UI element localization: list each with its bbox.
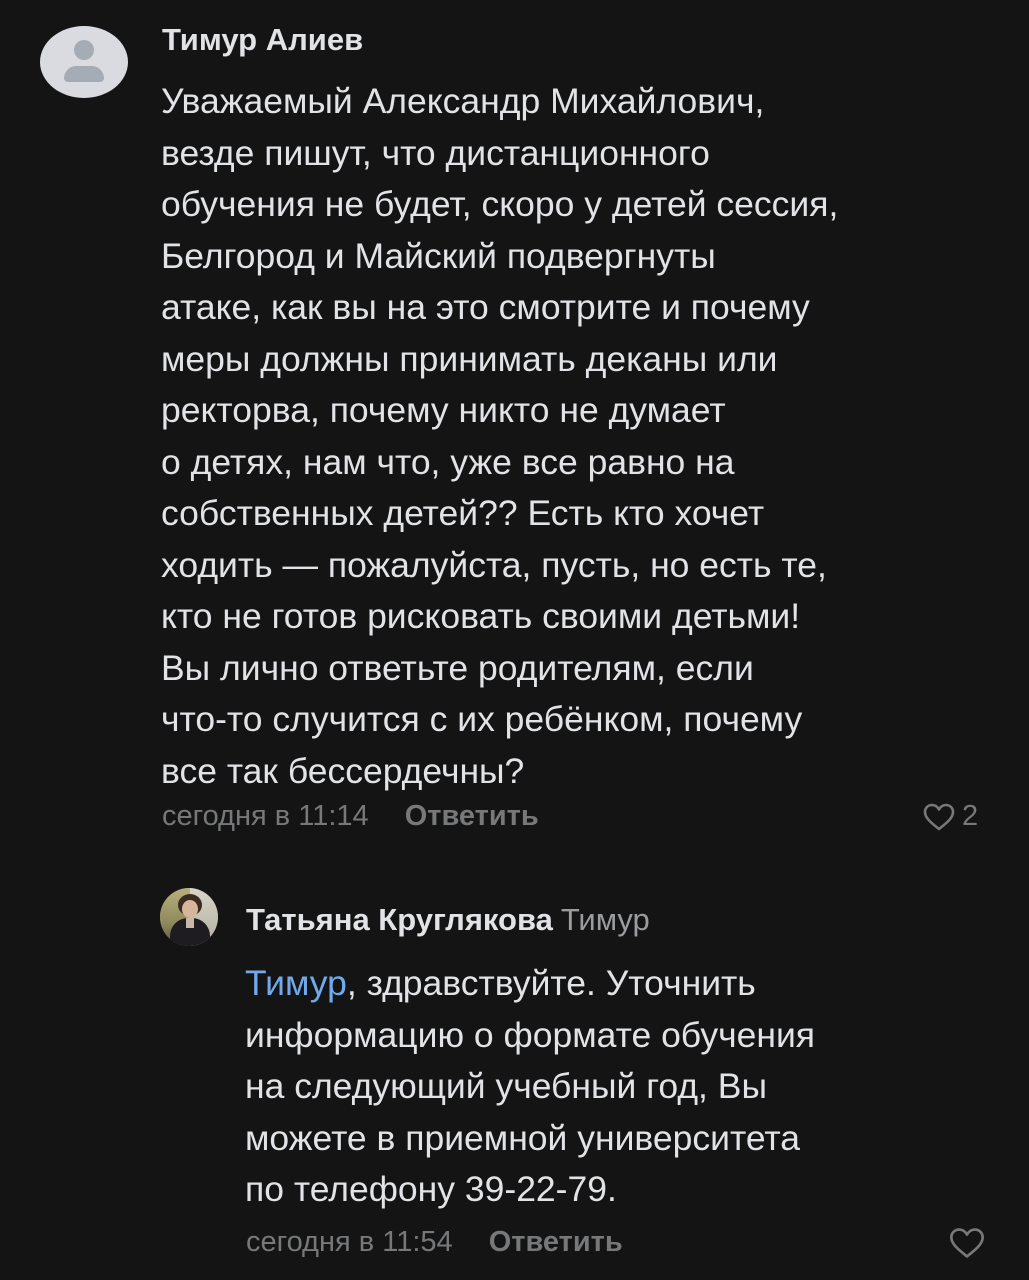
reply-to-name[interactable]: Тимур: [561, 902, 650, 937]
comment-text-fragment: , здравствуйте. Уточнить: [346, 963, 756, 1003]
comment-text-line: обучения не будет, скоро у детей сессия,: [161, 184, 839, 224]
comment-text-line: собственных детей?? Есть кто хочет: [161, 493, 765, 533]
comment-text-line: Тимур, здравствуйте. Уточнить: [245, 958, 1005, 1010]
comment-text-line: ректорва, почему никто не думает: [161, 390, 726, 430]
avatar[interactable]: [160, 888, 218, 946]
comment-author: Татьяна Круглякова Тимур: [246, 902, 650, 938]
like-count: 2: [962, 800, 979, 832]
avatar[interactable]: [40, 26, 128, 98]
comment-text-line: Уважаемый Александр Михайлович,: [161, 81, 765, 121]
comment-text-line: на следующий учебный год, Вы: [245, 1066, 767, 1106]
comment-text-line: информацию о формате обучения: [245, 1014, 816, 1055]
comment-text-line: все так бессердечны?: [161, 750, 525, 791]
mention-link[interactable]: Тимур: [245, 963, 347, 1003]
comment-text-line: везде пишут, что дистанционного: [161, 132, 710, 173]
heart-outline-icon: [923, 803, 955, 830]
comment-timestamp: сегодня в 11:14: [162, 800, 369, 832]
heart-outline-icon: [950, 1228, 984, 1258]
comment-text: Уважаемый Александр Михайлович, везде пи…: [161, 76, 1011, 797]
comment-text-line: Вы лично ответьте родителям, если: [161, 647, 754, 688]
like-button[interactable]: 2: [922, 800, 978, 833]
comment-text-line: атаке, как вы на это смотрите и почему: [161, 287, 810, 327]
comment-text-line: кто не готов рисковать своими детьми!: [161, 596, 801, 636]
comment-timestamp: сегодня в 11:54: [246, 1226, 453, 1258]
reply-button[interactable]: Ответить: [405, 800, 539, 833]
comment-text-line: о детях, нам что, уже все равно на: [161, 441, 735, 482]
comment-text-line: ходить — пожалуйста, пусть, но есть те,: [161, 544, 827, 585]
author-name[interactable]: Татьяна Круглякова: [246, 902, 553, 937]
comment-text-line: по телефону 39-22-79.: [245, 1169, 617, 1209]
comment-text-line: можете в приемной университета: [245, 1117, 800, 1158]
comment-meta: сегодня в 11:54 Ответить: [246, 1226, 623, 1259]
reply-button[interactable]: Ответить: [489, 1226, 623, 1259]
comment-meta: сегодня в 11:14 Ответить: [162, 800, 539, 833]
comment-text-line: Белгород и Майский подвергнуты: [161, 235, 716, 276]
comment-text-line: меры должны принимать деканы или: [161, 338, 778, 379]
like-button[interactable]: [948, 1226, 986, 1260]
comment-text: Тимур, здравствуйте. Уточнить информацию…: [245, 958, 1005, 1216]
comment-text-line: что-то случится с их ребёнком, почему: [161, 699, 803, 739]
comment-author[interactable]: Тимур Алиев: [162, 22, 363, 58]
